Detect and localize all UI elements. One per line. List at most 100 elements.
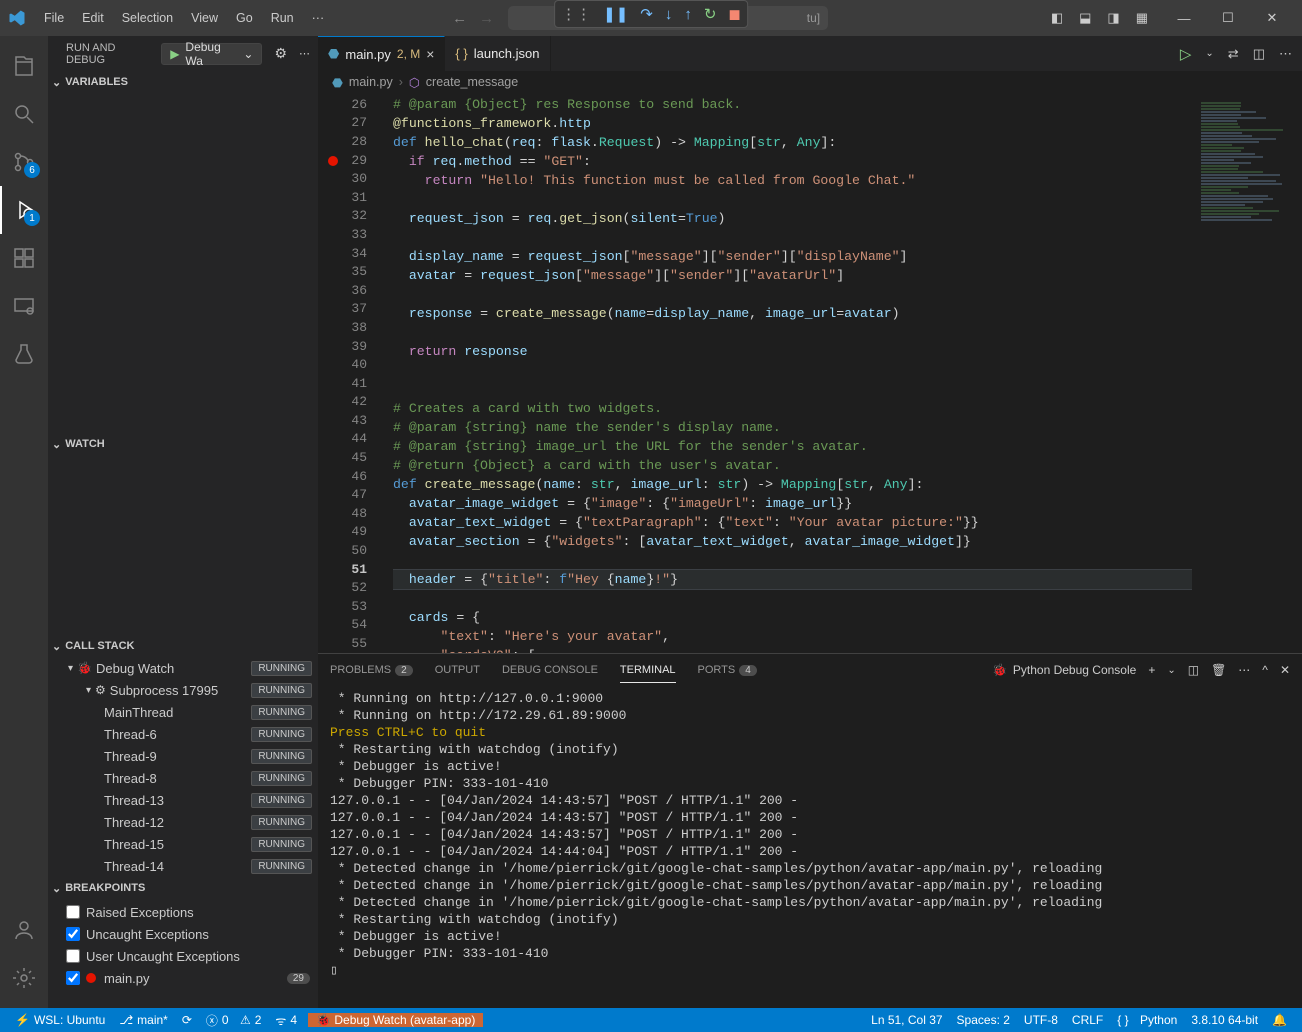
sync-icon: ⟳: [182, 1013, 192, 1027]
panel-tab-problems[interactable]: PROBLEMS2: [330, 658, 413, 682]
status-ports[interactable]: ᯤ4: [268, 1012, 304, 1029]
layout-sidebar-right-icon[interactable]: ◨: [1107, 10, 1119, 26]
callstack-row[interactable]: Thread-6RUNNING: [48, 723, 318, 745]
callstack-row[interactable]: ▾🐞Debug WatchRUNNING: [48, 657, 318, 679]
minimap[interactable]: [1192, 93, 1302, 653]
terminal-profile-select[interactable]: 🐞 Python Debug Console: [992, 663, 1136, 677]
menu-item-edit[interactable]: Edit: [74, 7, 112, 29]
panel-tab-terminal[interactable]: TERMINAL: [620, 658, 676, 683]
debug-config-select[interactable]: ▶ Debug Wa ⌄: [161, 43, 262, 65]
breakpoint-row[interactable]: main.py29: [48, 967, 318, 989]
status-sync[interactable]: ⟳: [175, 1013, 199, 1027]
panel-tab-output[interactable]: OUTPUT: [435, 658, 480, 682]
section-watch[interactable]: ⌄WATCH: [48, 433, 318, 455]
section-breakpoints[interactable]: ⌄BREAKPOINTS: [48, 877, 318, 899]
callstack-row[interactable]: ▾⚙Subprocess 17995RUNNING: [48, 679, 318, 701]
close-icon[interactable]: ×: [426, 46, 434, 62]
step-over-icon[interactable]: ↷: [640, 5, 653, 23]
activity-accounts[interactable]: [0, 906, 48, 954]
panel-close-icon[interactable]: ✕: [1280, 663, 1290, 677]
breakpoint-checkbox[interactable]: [66, 971, 80, 985]
panel-tab-debug-console[interactable]: DEBUG CONSOLE: [502, 658, 598, 682]
vscode-icon: [8, 9, 26, 27]
breakpoint-dot-icon[interactable]: [328, 156, 338, 166]
status-eol[interactable]: CRLF: [1065, 1013, 1110, 1027]
status-branch[interactable]: ⎇main*: [112, 1013, 175, 1027]
section-callstack[interactable]: ⌄CALL STACK: [48, 635, 318, 657]
status-indent[interactable]: Spaces: 2: [950, 1013, 1017, 1027]
trash-icon[interactable]: 🗑: [1211, 663, 1226, 677]
callstack-row[interactable]: MainThreadRUNNING: [48, 701, 318, 723]
warning-icon: ⚠: [240, 1013, 251, 1027]
step-into-icon[interactable]: ↓: [665, 6, 673, 23]
status-remote[interactable]: ⚡WSL: Ubuntu: [8, 1013, 112, 1027]
chevron-down-icon[interactable]: ⌄: [1205, 48, 1213, 59]
breadcrumb[interactable]: ⬣ main.py › ⬡ create_message: [318, 71, 1302, 93]
menu-item-file[interactable]: File: [36, 7, 72, 29]
nav-back-icon[interactable]: ←: [452, 10, 467, 27]
status-cursor-pos[interactable]: Ln 51, Col 37: [864, 1013, 949, 1027]
layout-sidebar-left-icon[interactable]: ◧: [1051, 10, 1063, 26]
callstack-row[interactable]: Thread-9RUNNING: [48, 745, 318, 767]
activity-search[interactable]: [0, 90, 48, 138]
status-problems[interactable]: ⓧ0 ⚠2: [199, 1012, 269, 1029]
activity-testing[interactable]: [0, 330, 48, 378]
more-icon[interactable]: ⋯: [1238, 663, 1250, 677]
activity-extensions[interactable]: [0, 234, 48, 282]
nav-forward-icon[interactable]: →: [479, 10, 494, 27]
menu-item-view[interactable]: View: [183, 7, 226, 29]
new-terminal-icon[interactable]: +: [1148, 663, 1155, 677]
status-debug-session[interactable]: 🐞 Debug Watch (avatar-app): [308, 1013, 483, 1027]
status-language[interactable]: { } Python: [1110, 1013, 1184, 1027]
chevron-down-icon[interactable]: ⌄: [1167, 665, 1175, 676]
step-out-icon[interactable]: ↑: [684, 6, 692, 23]
maximize-button[interactable]: ☐: [1206, 0, 1250, 36]
breakpoint-checkbox[interactable]: [66, 949, 80, 963]
more-icon[interactable]: ⋯: [1279, 46, 1292, 62]
layout-customize-icon[interactable]: ▦: [1136, 10, 1148, 26]
menu-item-run[interactable]: Run: [263, 7, 302, 29]
more-icon[interactable]: ⋯: [299, 47, 310, 60]
compare-changes-icon[interactable]: ⇄: [1228, 46, 1239, 62]
panel-tab-ports[interactable]: PORTS4: [698, 658, 757, 682]
menu-item-selection[interactable]: Selection: [114, 7, 181, 29]
panel-maximize-icon[interactable]: ^: [1262, 663, 1268, 677]
section-variables[interactable]: ⌄VARIABLES: [48, 71, 318, 93]
callstack-row[interactable]: Thread-14RUNNING: [48, 855, 318, 877]
breakpoint-checkbox[interactable]: [66, 927, 80, 941]
callstack-row[interactable]: Thread-12RUNNING: [48, 811, 318, 833]
split-editor-icon[interactable]: ◫: [1253, 46, 1265, 62]
tab-launch.json[interactable]: { }launch.json: [445, 36, 550, 71]
activity-remote[interactable]: [0, 282, 48, 330]
menu-item-···[interactable]: ···: [304, 7, 333, 29]
minimize-button[interactable]: —: [1162, 0, 1206, 36]
status-notifications[interactable]: 🔔: [1265, 1013, 1294, 1027]
menu-item-go[interactable]: Go: [228, 7, 261, 29]
grip-icon[interactable]: ⋮⋮: [561, 5, 591, 23]
callstack-row[interactable]: Thread-15RUNNING: [48, 833, 318, 855]
breakpoint-row[interactable]: Raised Exceptions: [48, 901, 318, 923]
activity-debug[interactable]: 1: [0, 186, 48, 234]
status-python-interpreter[interactable]: 3.8.10 64-bit: [1184, 1013, 1265, 1027]
close-window-button[interactable]: ✕: [1250, 0, 1294, 36]
gear-icon[interactable]: ⚙: [274, 45, 287, 62]
activity-settings[interactable]: [0, 954, 48, 1002]
status-encoding[interactable]: UTF-8: [1017, 1013, 1065, 1027]
activity-source-control[interactable]: 6: [0, 138, 48, 186]
editor-gutter[interactable]: 2627282930313233343536373839404142434445…: [318, 93, 393, 653]
breakpoint-row[interactable]: User Uncaught Exceptions: [48, 945, 318, 967]
activity-explorer[interactable]: [0, 42, 48, 90]
callstack-row[interactable]: Thread-13RUNNING: [48, 789, 318, 811]
breakpoint-checkbox[interactable]: [66, 905, 80, 919]
stop-icon[interactable]: ◼: [728, 5, 740, 23]
split-terminal-icon[interactable]: ◫: [1188, 663, 1199, 677]
terminal-content[interactable]: * Running on http://127.0.0.1:9000 * Run…: [318, 686, 1302, 1008]
layout-panel-icon[interactable]: ⬓: [1079, 10, 1091, 26]
breakpoint-row[interactable]: Uncaught Exceptions: [48, 923, 318, 945]
restart-icon[interactable]: ↻: [704, 5, 717, 23]
pause-icon[interactable]: ❚❚: [603, 5, 628, 23]
tab-main.py[interactable]: ⬣main.py2, M×: [318, 36, 445, 71]
run-file-icon[interactable]: ▷: [1180, 45, 1192, 63]
editor-content[interactable]: # @param {Object} res Response to send b…: [393, 93, 1192, 653]
callstack-row[interactable]: Thread-8RUNNING: [48, 767, 318, 789]
